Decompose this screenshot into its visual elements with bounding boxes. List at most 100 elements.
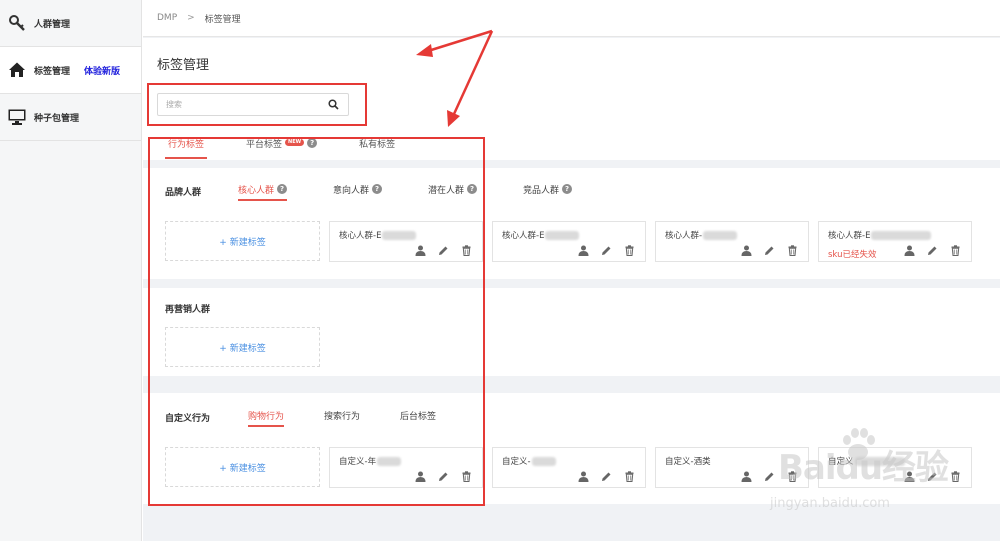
subtab-search-behavior[interactable]: 搜索行为 (324, 409, 360, 427)
sidebar-item-crowd-management[interactable]: 人群管理 (0, 0, 141, 47)
tab-label: 平台标签 (246, 140, 283, 150)
tag-actions (741, 245, 798, 256)
tag-actions (578, 245, 635, 256)
home-icon (8, 61, 26, 79)
help-icon[interactable]: ? (307, 138, 318, 148)
help-icon[interactable]: ? (562, 184, 573, 194)
subtab-label: 意向人群 (333, 186, 370, 196)
tag-name: 自定义-酒类 (665, 457, 711, 467)
new-tag-button[interactable]: + 新建标签 (165, 221, 320, 261)
trash-icon[interactable] (624, 245, 635, 256)
key-icon (8, 14, 26, 32)
pencil-icon[interactable] (601, 245, 612, 256)
tab-platform-tags[interactable]: 平台标签 NEW ? (246, 137, 318, 159)
tag-actions (415, 471, 472, 482)
breadcrumb-separator: > (187, 13, 195, 23)
tag-name: 核心人群-E (339, 229, 417, 241)
monitor-icon (8, 108, 26, 126)
user-icon[interactable] (578, 471, 589, 482)
tag-card[interactable]: 核心人群-E (492, 221, 646, 262)
watermark-brand: Baidu经验 (778, 448, 949, 488)
user-icon[interactable] (578, 245, 589, 256)
user-icon[interactable] (741, 245, 752, 256)
pencil-icon[interactable] (438, 471, 449, 482)
search-icon[interactable] (328, 99, 339, 113)
brand-crowd-section: 品牌人群 核心人群? 意向人群? 潜在人群? 竞品人群? + 新建标签 核心人群… (143, 168, 1000, 279)
tag-card[interactable]: 核心人群- (655, 221, 809, 262)
tag-actions (578, 471, 635, 482)
tag-card[interactable]: 自定义-年 (329, 447, 483, 488)
baidu-watermark: Baidu经验 jingyan.baidu.com (760, 428, 990, 520)
subtab-core-crowd[interactable]: 核心人群? (238, 183, 288, 201)
redacted-text (531, 457, 556, 466)
tag-card[interactable]: 核心人群-E (329, 221, 483, 262)
help-icon[interactable]: ? (277, 184, 288, 194)
page-title: 标签管理 (157, 58, 210, 73)
subtab-shopping-behavior[interactable]: 购物行为 (248, 409, 285, 427)
subtab-potential-crowd[interactable]: 潜在人群? (428, 183, 478, 201)
tab-label: 私有标签 (359, 140, 396, 150)
tag-name: 核心人群- (665, 229, 738, 241)
subtab-intent-crowd[interactable]: 意向人群? (333, 183, 383, 201)
subtab-label: 竞品人群 (523, 186, 560, 196)
search-input[interactable] (166, 100, 316, 109)
user-icon[interactable] (741, 471, 752, 482)
section-title: 品牌人群 (165, 188, 202, 198)
tab-behavior-tags[interactable]: 行为标签 (164, 137, 208, 159)
new-tag-button[interactable]: + 新建标签 (165, 327, 320, 367)
tag-name: 核心人群-E (502, 229, 580, 241)
pencil-icon[interactable] (927, 245, 938, 256)
sidebar-item-label: 种子包管理 (34, 113, 80, 124)
user-icon[interactable] (904, 245, 915, 256)
help-icon[interactable]: ? (467, 184, 478, 194)
section-title: 再营销人群 (165, 305, 211, 315)
sidebar-item-tag-management[interactable]: 标签管理 体验新版 (0, 47, 141, 94)
tag-name: 自定义- (502, 455, 556, 467)
help-icon[interactable]: ? (372, 184, 383, 194)
tag-card[interactable]: 自定义- (492, 447, 646, 488)
subtab-competitor-crowd[interactable]: 竞品人群? (523, 183, 573, 201)
tag-status: sku已经失效 (828, 250, 877, 260)
new-badge: NEW (285, 139, 305, 146)
trash-icon[interactable] (624, 471, 635, 482)
redacted-text (871, 231, 932, 240)
user-icon[interactable] (415, 471, 426, 482)
try-new-version-link[interactable]: 体验新版 (84, 64, 120, 77)
trash-icon[interactable] (461, 245, 472, 256)
subtab-label: 潜在人群 (428, 186, 465, 196)
subtab-label: 后台标签 (400, 412, 437, 422)
sidebar: 人群管理 标签管理 体验新版 种子包管理 (0, 0, 142, 541)
tag-type-tabs: 行为标签 平台标签 NEW ? 私有标签 (164, 137, 437, 159)
pencil-icon[interactable] (438, 245, 449, 256)
new-tag-button[interactable]: + 新建标签 (165, 447, 320, 487)
subtab-label: 核心人群 (238, 186, 275, 196)
tag-card[interactable]: 核心人群-E sku已经失效 (818, 221, 972, 262)
tab-private-tags[interactable]: 私有标签 (359, 137, 395, 159)
section-title: 自定义行为 (165, 414, 211, 424)
brand-subtabs: 核心人群? 意向人群? 潜在人群? 竞品人群? (238, 183, 618, 201)
remarketing-section: 再营销人群 + 新建标签 (143, 288, 1000, 376)
tag-name: 自定义-年 (339, 455, 402, 467)
sidebar-item-label: 人群管理 (34, 19, 71, 30)
subtab-label: 购物行为 (248, 412, 285, 422)
pencil-icon[interactable] (601, 471, 612, 482)
subtab-backend-tags[interactable]: 后台标签 (400, 409, 436, 427)
search-box (157, 93, 349, 116)
redacted-text (382, 231, 417, 240)
trash-icon[interactable] (787, 245, 798, 256)
redacted-text (377, 457, 402, 466)
user-icon[interactable] (415, 245, 426, 256)
redacted-text (703, 231, 738, 240)
trash-icon[interactable] (461, 471, 472, 482)
pencil-icon[interactable] (764, 245, 775, 256)
tag-name: 核心人群-E (828, 229, 932, 241)
tag-actions (415, 245, 472, 256)
watermark-url: jingyan.baidu.com (770, 496, 890, 511)
page-header: 标签管理 行为标签 平台标签 NEW ? 私有标签 (143, 38, 1000, 160)
trash-icon[interactable] (950, 245, 961, 256)
breadcrumb-root[interactable]: DMP (157, 13, 177, 23)
tab-label: 行为标签 (168, 140, 205, 150)
redacted-text (545, 231, 580, 240)
tag-actions (904, 245, 961, 256)
sidebar-item-seed-package[interactable]: 种子包管理 (0, 94, 141, 141)
